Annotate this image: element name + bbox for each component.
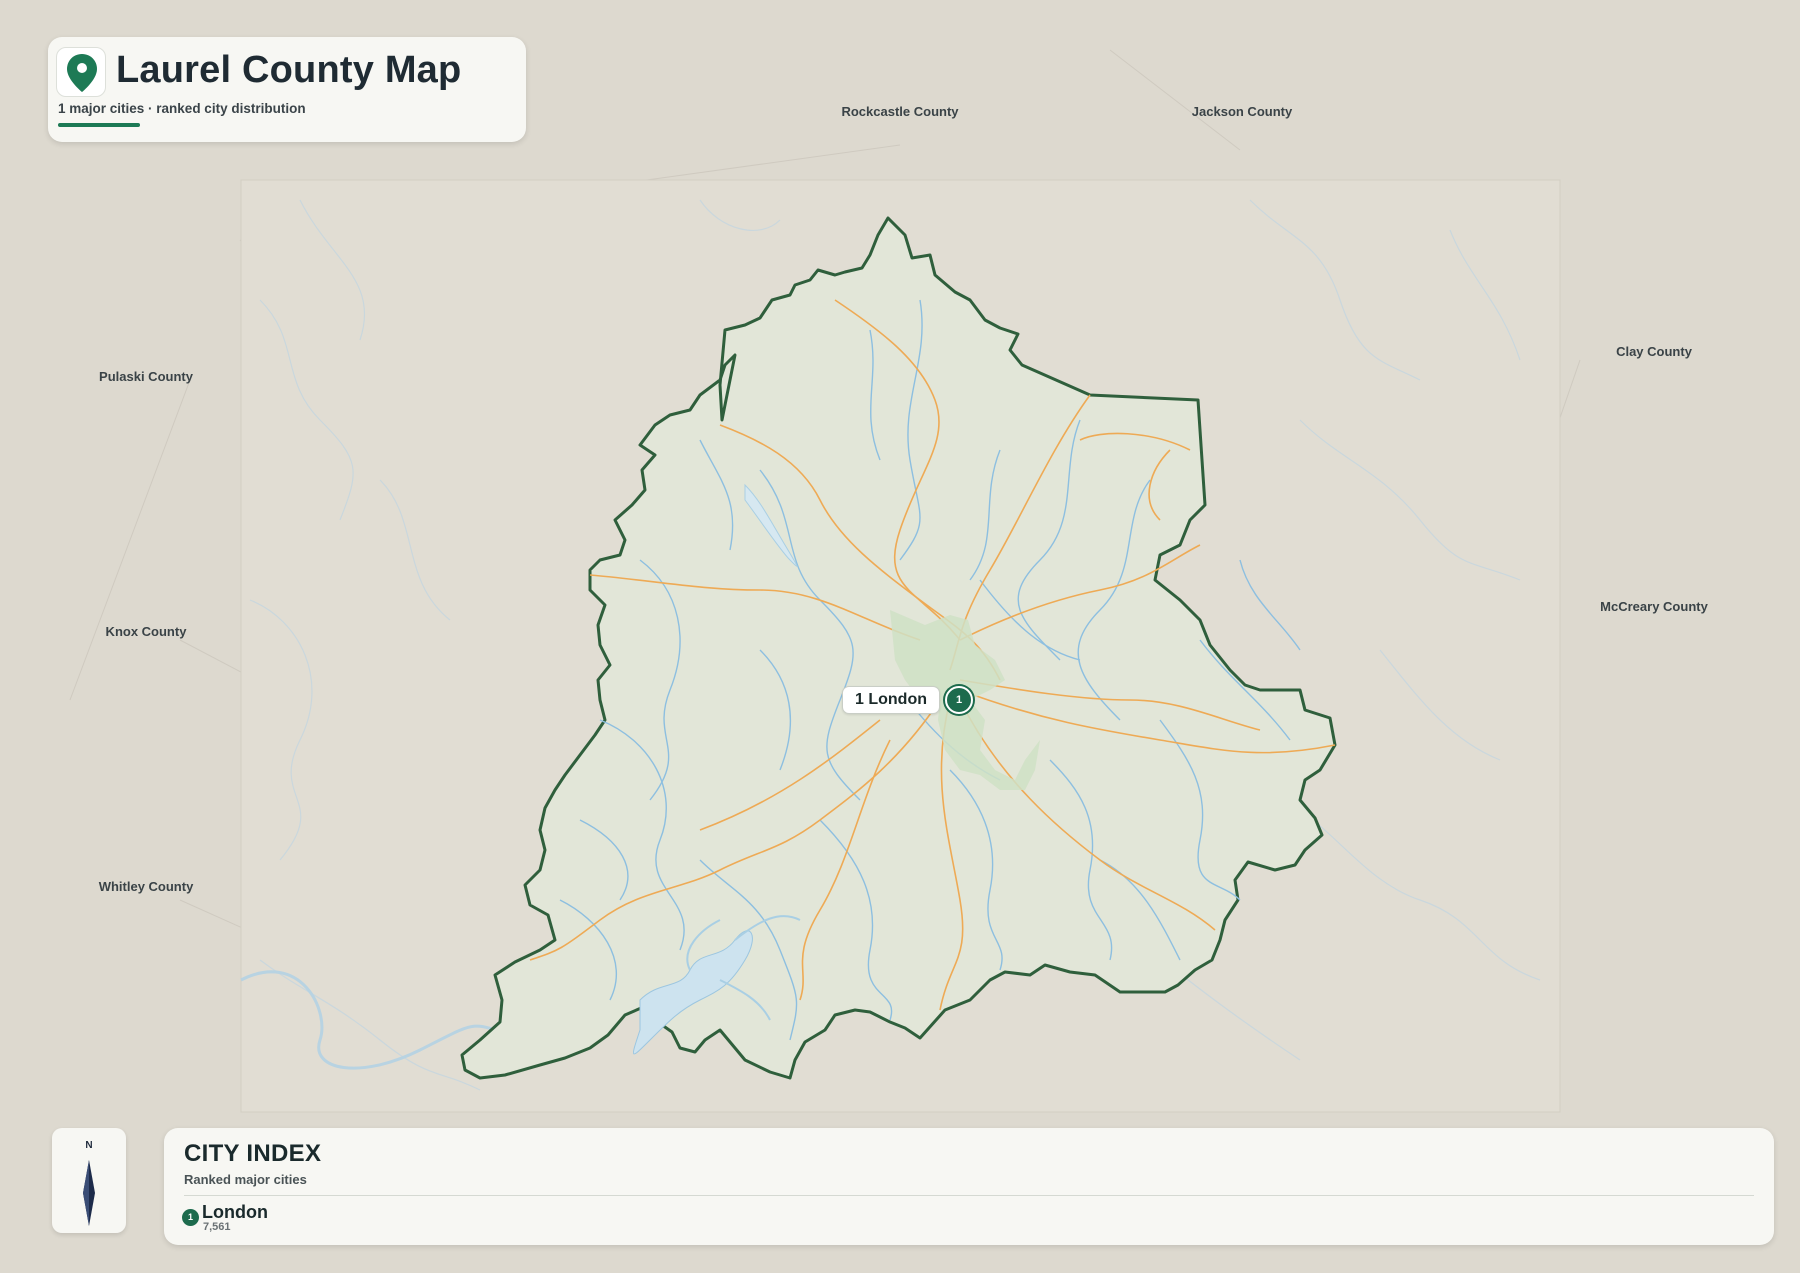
- county-label-whitley: Whitley County: [98, 879, 194, 894]
- pin-icon-box: [56, 47, 106, 97]
- title-underline: [58, 123, 140, 127]
- page-subtitle: 1 major cities · ranked city distributio…: [58, 101, 306, 116]
- county-label-pulaski: Pulaski County: [99, 369, 193, 384]
- city-rank-badge: 1: [182, 1209, 199, 1226]
- city-marker-london[interactable]: 1: [945, 686, 973, 714]
- city-name: London: [202, 1202, 268, 1222]
- city-index-panel: CITY INDEX Ranked major cities 1 London …: [164, 1128, 1774, 1245]
- county-label-rockcastle: Rockcastle County: [841, 104, 959, 119]
- city-index-row[interactable]: 1 London 7,561: [182, 1202, 482, 1236]
- city-index-heading: CITY INDEX: [184, 1140, 322, 1167]
- title-card: Laurel County Map 1 major cities · ranke…: [48, 37, 526, 142]
- page-title: Laurel County Map: [116, 49, 462, 91]
- city-index-divider: [184, 1195, 1754, 1196]
- county-label-jackson: Jackson County: [1191, 104, 1293, 119]
- county-label-mccreary: McCreary County: [1600, 599, 1708, 614]
- map-pin-icon: [67, 54, 97, 92]
- compass-needle-icon: [83, 1160, 95, 1226]
- city-index-subheading: Ranked major cities: [184, 1172, 307, 1187]
- county-label-knox: Knox County: [105, 624, 187, 639]
- city-population: 7,561: [203, 1221, 231, 1233]
- county-label-clay: Clay County: [1616, 344, 1692, 359]
- north-arrow: N: [52, 1128, 126, 1233]
- city-label-london[interactable]: 1 London: [842, 686, 940, 714]
- north-label: N: [85, 1140, 93, 1151]
- map-canvas[interactable]: [0, 0, 1800, 1273]
